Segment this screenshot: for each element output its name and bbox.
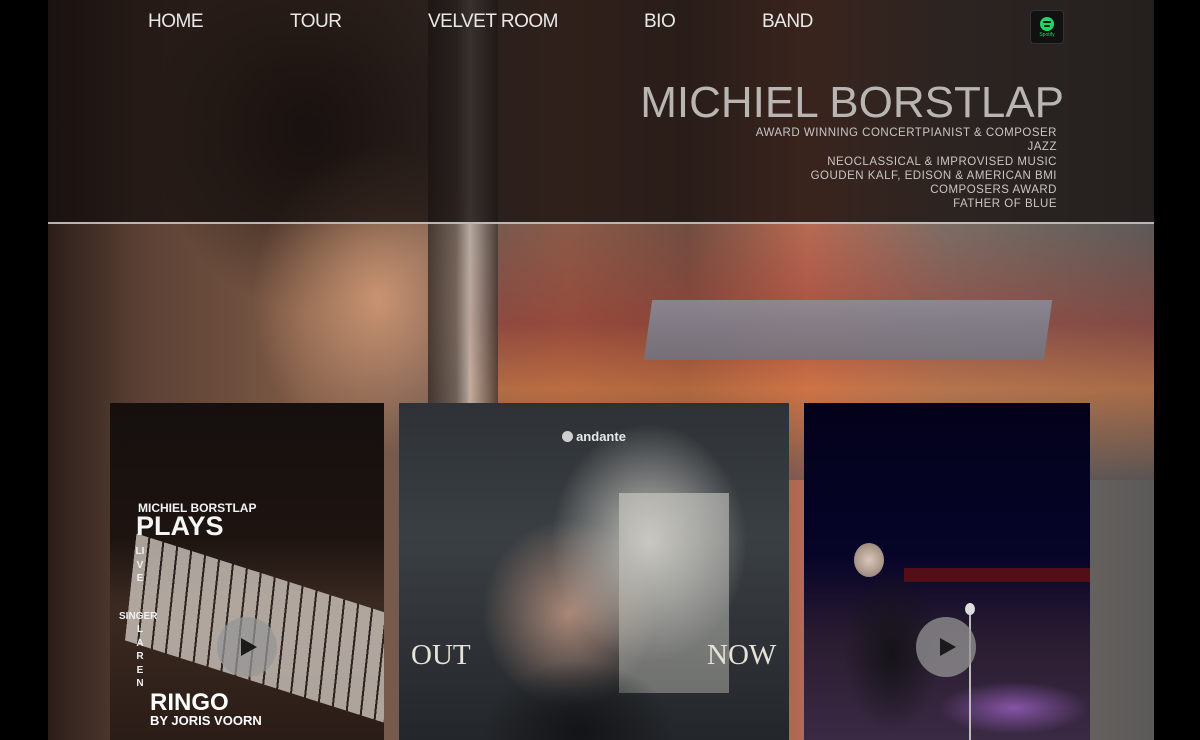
shop-awning (643, 300, 1053, 360)
hero-background: HOME TOUR VELVET ROOM BIO BAND Spotify M… (48, 0, 1154, 740)
singer-label: SINGER (119, 611, 158, 622)
tagline: GOUDEN KALF, EDISON & AMERICAN BMI (810, 169, 1057, 182)
play-button[interactable] (217, 617, 277, 677)
label-name: andante (576, 429, 626, 444)
nav-tour[interactable]: TOUR (290, 11, 342, 33)
tagline: JAZZ (1027, 141, 1057, 154)
play-icon (940, 638, 956, 656)
spotify-label: Spotify (1039, 31, 1055, 38)
pianist-head (854, 543, 884, 577)
card-credit: BY JORIS VOORN (150, 713, 262, 728)
tagline: FATHER OF BLUE (953, 198, 1057, 211)
vertical-live-text: LIVE (135, 546, 145, 585)
nav-band[interactable]: BAND (762, 11, 813, 33)
album-card[interactable]: andante OUT NOW (399, 403, 789, 740)
video-card-live[interactable] (804, 403, 1090, 740)
nav-velvet-room[interactable]: VELVET ROOM (428, 11, 559, 33)
pianist-portrait (459, 583, 699, 740)
header-overlay: HOME TOUR VELVET ROOM BIO BAND Spotify M… (48, 0, 1154, 224)
out-text: OUT (411, 639, 471, 671)
play-icon (241, 638, 257, 656)
card-heading: PLAYS (136, 511, 224, 541)
andante-logo-icon (562, 431, 574, 442)
video-card-ringo[interactable]: MICHIEL BORSTLAP PLAYS LIVE SINGER LAREN… (110, 403, 384, 740)
tagline: COMPOSERS AWARD (930, 184, 1057, 197)
play-button[interactable] (916, 617, 976, 677)
label-logo: andante (399, 429, 789, 444)
vertical-name-text: LAREN (136, 624, 144, 690)
tagline: NEOCLASSICAL & IMPROVISED MUSIC (827, 155, 1057, 168)
spotify-icon (1040, 16, 1054, 31)
nav-bio[interactable]: BIO (644, 11, 676, 33)
spotify-button[interactable]: Spotify (1030, 10, 1064, 44)
microphone (965, 603, 975, 615)
tagline-list: AWARD WINNING CONCERTPIANIST & COMPOSER … (608, 126, 1057, 212)
page-title: MICHIEL BORSTLAP (640, 78, 1064, 127)
now-text: NOW (707, 639, 777, 671)
nav-home[interactable]: HOME (148, 11, 204, 33)
tagline: AWARD WINNING CONCERTPIANIST & COMPOSER (755, 127, 1057, 139)
mic-stand (969, 603, 971, 740)
main-nav: HOME TOUR VELVET ROOM BIO BAND Spotify (48, 0, 1154, 44)
